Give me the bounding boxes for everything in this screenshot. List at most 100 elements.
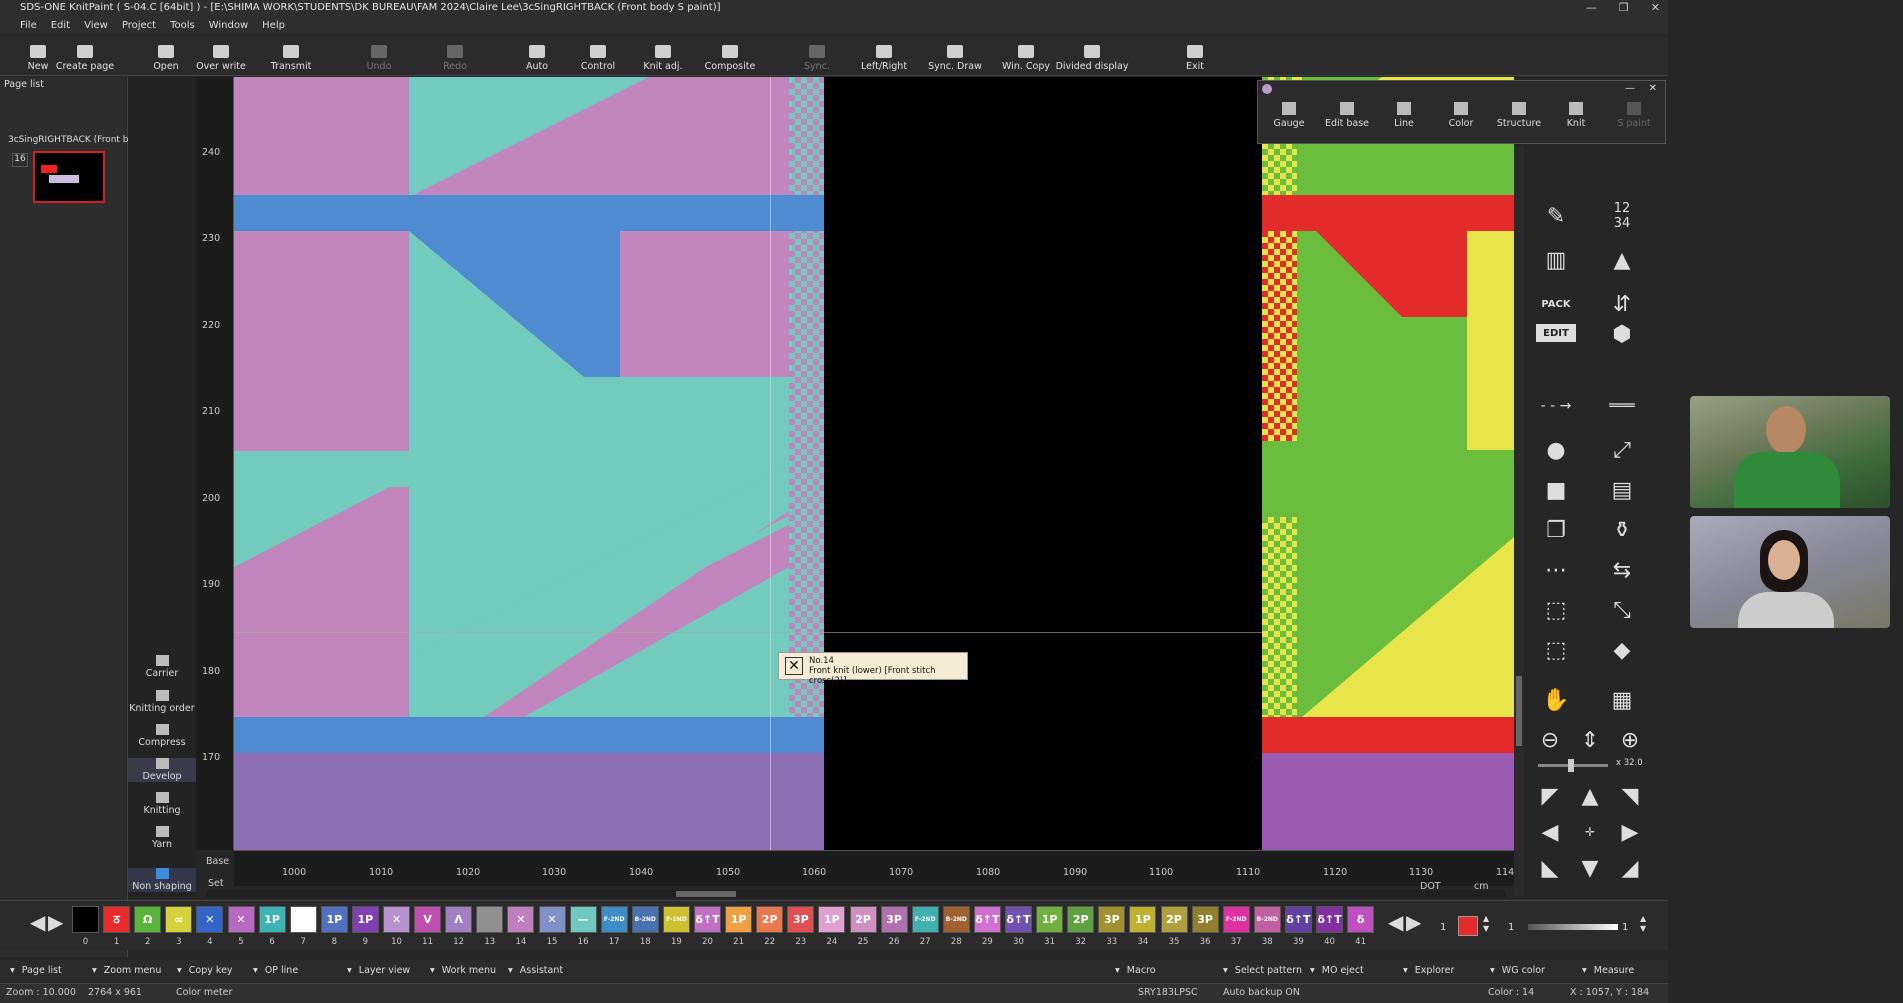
palette-swatch[interactable]: 1P — [320, 906, 348, 933]
panel-close-button[interactable]: ✕ — [1649, 83, 1657, 94]
palette-swatch[interactable]: ∞ — [165, 906, 193, 933]
current-color-swatch[interactable] — [1458, 916, 1478, 936]
palette-prev-icon[interactable]: ◀ — [30, 910, 45, 934]
palette-swatch[interactable]: 1P — [725, 906, 753, 933]
palette-swatch[interactable]: δ↑T — [694, 906, 721, 933]
palette-swatch[interactable]: ठ — [103, 906, 131, 933]
palette-swatch[interactable]: δ — [1347, 906, 1375, 933]
palette-swatch[interactable]: 2P — [849, 906, 877, 933]
dock-carrier[interactable]: Carrier — [128, 655, 196, 679]
scale-icon[interactable]: ⤡ — [1602, 596, 1642, 624]
menu-help[interactable]: Help — [262, 20, 285, 31]
layer-view-button[interactable]: ▾ Layer view — [347, 965, 410, 976]
palette-swatch[interactable]: 1P — [818, 906, 846, 933]
line-width-slider[interactable] — [1528, 924, 1618, 930]
scroll-left-icon[interactable]: ◀ — [1530, 818, 1570, 846]
edit-button[interactable]: EDIT — [1536, 324, 1576, 342]
scroll-up-left-icon[interactable]: ◤ — [1530, 782, 1570, 810]
composite-button[interactable]: Composite — [700, 37, 760, 75]
close-button[interactable]: ✕ — [1651, 0, 1660, 16]
scroll-down-icon[interactable]: ▼ — [1570, 854, 1610, 882]
pen-tool-icon[interactable]: ✎ — [1536, 202, 1576, 230]
palette-swatch[interactable]: V — [414, 906, 442, 933]
over-write-button[interactable]: Over write — [191, 37, 251, 75]
cube-icon[interactable]: ■ — [1536, 476, 1576, 504]
color-stepper-icon[interactable]: ▲ ▼ — [1483, 914, 1489, 934]
grid-icon[interactable]: ▦ — [1602, 686, 1642, 714]
hand-tool-icon[interactable]: ✋ — [1536, 686, 1576, 714]
transmit-button[interactable]: Transmit — [261, 37, 321, 75]
palette-swatch[interactable]: 1P — [289, 906, 317, 933]
scroll-up-icon[interactable]: ▲ — [1570, 782, 1610, 810]
dock-develop[interactable]: Develop — [128, 758, 196, 782]
select-pattern-button[interactable]: ▾ Select pattern — [1223, 965, 1302, 976]
palette-swatch[interactable]: F-2ND — [662, 906, 690, 933]
dock-knitting[interactable]: Knitting — [128, 792, 196, 816]
split-tool-icon[interactable]: ⇵ — [1602, 290, 1642, 318]
menu-file[interactable]: File — [20, 20, 37, 31]
palette-swatch[interactable]: ✕ — [538, 906, 566, 933]
resize-icon[interactable]: ⤢ — [1602, 436, 1642, 464]
menu-window[interactable]: Window — [209, 20, 248, 31]
palette-swatch[interactable]: 3P — [1191, 906, 1219, 933]
zoom-slider[interactable] — [1538, 759, 1608, 772]
zoom-in-icon[interactable]: ⊕ — [1610, 726, 1650, 754]
palette-swatch[interactable]: B-2ND — [1253, 906, 1281, 933]
hatch-tool-icon[interactable]: ▥ — [1536, 246, 1576, 274]
palette-swatch[interactable]: F-2ND — [1222, 906, 1250, 933]
measure-button[interactable]: ▾ Measure — [1582, 965, 1634, 976]
maximize-button[interactable]: ❐ — [1619, 0, 1629, 16]
divided-display-button[interactable]: Divided display — [1056, 37, 1128, 75]
undo-button[interactable]: Undo — [349, 37, 409, 75]
palette-swatch[interactable]: 1P — [1129, 906, 1157, 933]
color-button[interactable]: Color — [1436, 102, 1486, 129]
palette-swatch[interactable]: F-2ND — [600, 906, 628, 933]
bucket-fill-icon[interactable]: ⚱ — [1602, 516, 1642, 544]
zoom-menu-button[interactable]: ▾ Zoom menu — [92, 965, 161, 976]
scroll-down-right-icon[interactable]: ◢ — [1610, 854, 1650, 882]
palette-swatch[interactable]: 3P — [787, 906, 815, 933]
copy-key-button[interactable]: ▾ Copy key — [177, 965, 233, 976]
eraser-icon[interactable]: ◆ — [1602, 636, 1642, 664]
sync-button[interactable]: Sync. — [787, 37, 847, 75]
wg-color-button[interactable]: ▾ WG color — [1490, 965, 1545, 976]
stack-icon[interactable]: ▤ — [1602, 476, 1642, 504]
knit-canvas[interactable] — [234, 77, 1514, 850]
palette-next-icon[interactable]: ▶ — [48, 910, 63, 934]
palette-swatch[interactable]: 3P — [1098, 906, 1126, 933]
dock-knitting-order[interactable]: Knitting order — [128, 690, 196, 714]
vertical-scrollbar[interactable] — [1514, 146, 1524, 896]
fill-shape-icon[interactable]: ▲ — [1602, 246, 1642, 274]
op-line-button[interactable]: ▾ OP line — [253, 965, 298, 976]
select-move-icon[interactable]: ⬚ — [1536, 596, 1576, 624]
explorer-button[interactable]: ▾ Explorer — [1403, 965, 1454, 976]
left-right-button[interactable]: Left/Right — [854, 37, 914, 75]
win-copy-button[interactable]: Win. Copy — [996, 37, 1056, 75]
structure-button[interactable]: Structure — [1494, 102, 1544, 129]
macro-button[interactable]: ▾ Macro — [1115, 965, 1156, 976]
palette-swatch[interactable]: 1P — [351, 906, 379, 933]
box-tool-icon[interactable]: ⬢ — [1602, 320, 1642, 348]
palette-swatch[interactable]: δ↑T — [1284, 906, 1312, 933]
palette-swatch[interactable]: ✕ — [383, 906, 410, 933]
palette-swatch[interactable]: 3P — [880, 906, 908, 933]
width-stepper-icon[interactable]: ▲ ▼ — [1640, 914, 1646, 934]
gauge-button[interactable]: Gauge — [1264, 102, 1314, 129]
circle-rect-icon[interactable]: ● — [1536, 436, 1576, 464]
palette-swatch[interactable] — [476, 906, 504, 933]
palette-swatch[interactable]: ✕ — [196, 906, 224, 933]
palette-swatch[interactable]: F-2ND — [911, 906, 939, 933]
palette-scroll-right-icon[interactable]: ▶ — [1406, 910, 1421, 934]
auto-button[interactable]: Auto — [507, 37, 567, 75]
open-button[interactable]: Open — [136, 37, 196, 75]
palette-swatch[interactable]: Ω — [134, 906, 162, 933]
dotted-line-icon[interactable]: - - → — [1536, 392, 1576, 420]
palette-swatch[interactable]: 2P — [1160, 906, 1188, 933]
move-dots-icon[interactable]: ⋯ — [1536, 556, 1576, 584]
palette-swatch[interactable]: δ↑T — [1005, 906, 1032, 933]
palette-swatch[interactable]: δ↑T — [1316, 906, 1343, 933]
scroll-right-icon[interactable]: ▶ — [1610, 818, 1650, 846]
exit-button[interactable]: Exit — [1165, 37, 1225, 75]
number-tool-icon[interactable]: 12 34 — [1602, 201, 1642, 231]
menu-tools[interactable]: Tools — [170, 20, 195, 31]
